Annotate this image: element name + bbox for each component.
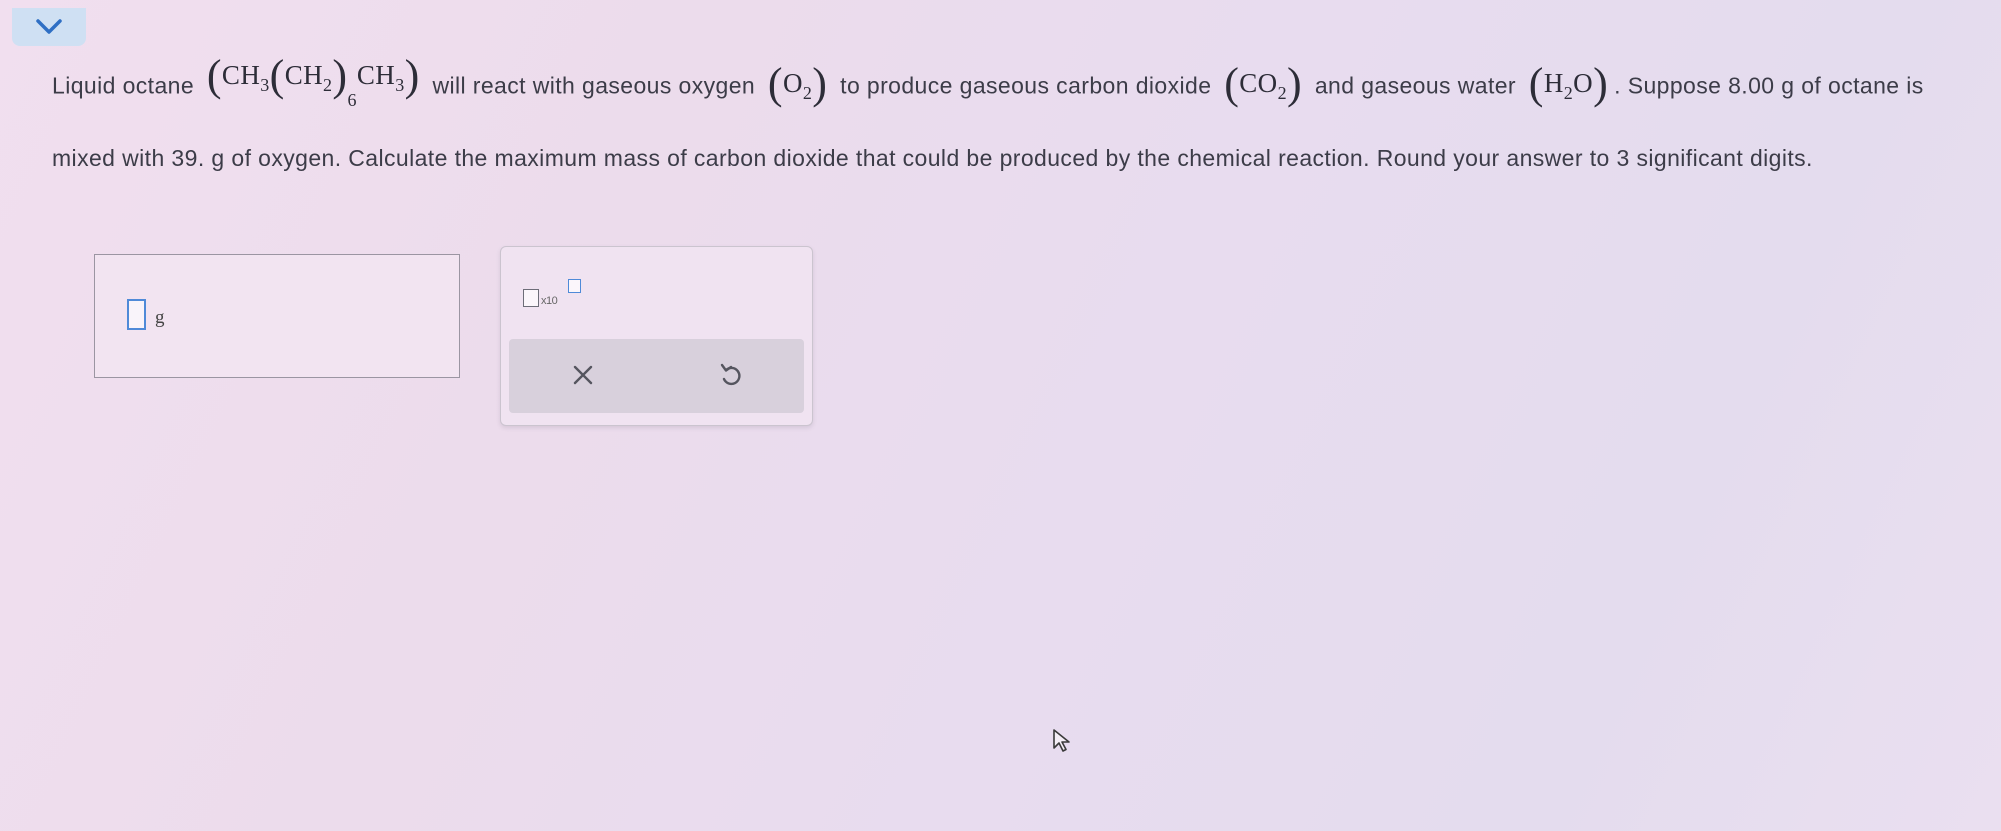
undo-icon (720, 363, 741, 386)
undo-button[interactable] (709, 353, 753, 397)
question-text-part: and gaseous water (1314, 72, 1516, 99)
chevron-down-icon (36, 19, 62, 34)
answer-box: g (94, 254, 460, 378)
mouse-pointer-icon (1053, 729, 1070, 752)
clear-button[interactable] (561, 353, 605, 397)
answer-input[interactable] (127, 299, 146, 330)
question-text-part: to produce gaseous carbon dioxide (840, 72, 1212, 99)
base-box (523, 289, 539, 307)
unit-label: g (155, 307, 165, 328)
question-text: Liquid octane (CH3(CH2)6CH3) will react … (52, 46, 1932, 187)
question-text-part: will react with gaseous oxygen (432, 72, 756, 99)
oxygen-formula: (O2) (767, 58, 828, 108)
scientific-notation-button[interactable]: x10 (523, 279, 593, 313)
question-text-part: Liquid octane (52, 72, 195, 99)
action-bar (509, 339, 804, 413)
co2-formula: (CO2) (1224, 58, 1303, 108)
water-formula: (H2O) (1528, 58, 1609, 108)
octane-formula: (CH3(CH2)6CH3) (206, 51, 420, 111)
x10-label: x10 (541, 295, 558, 307)
collapse-button[interactable] (12, 8, 86, 46)
exponent-box (568, 279, 581, 293)
math-toolbar: x10 (500, 246, 813, 426)
close-icon (573, 365, 593, 385)
